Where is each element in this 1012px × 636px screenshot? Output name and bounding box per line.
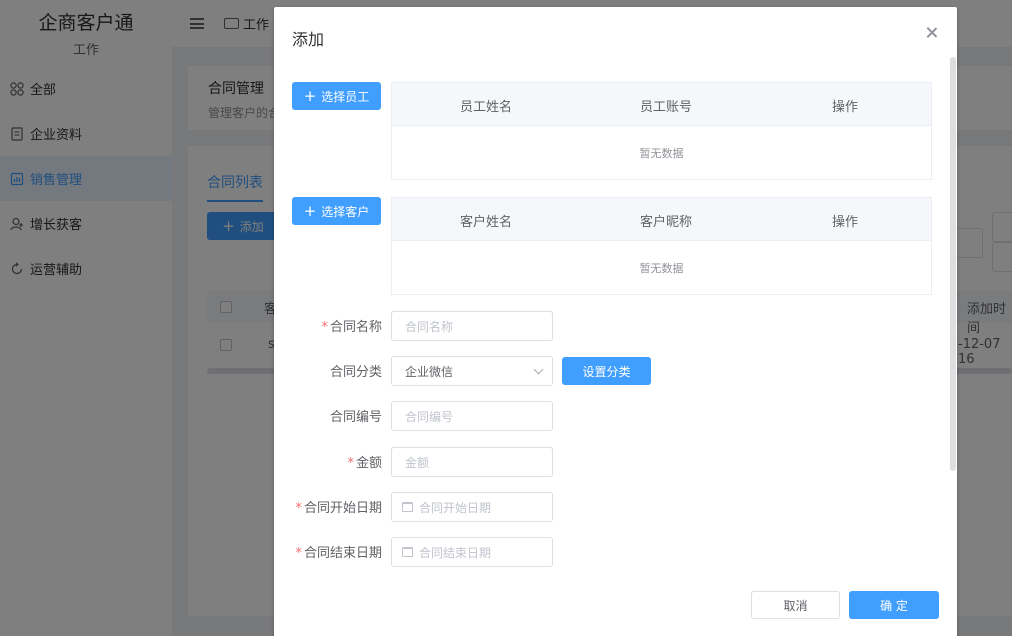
amount-placeholder: 金额 (405, 455, 430, 470)
column-header-customer-nickname: 客户昵称 (640, 215, 693, 230)
required-mark: * (295, 546, 302, 561)
customer-table-header: 客户姓名 客户昵称 操作 (392, 198, 931, 241)
confirm-button[interactable]: 确 定 (849, 591, 939, 619)
contract-name-label-text: 合同名称 (329, 320, 382, 335)
amount-label: * 金额 (274, 452, 382, 471)
start-date-picker[interactable]: 合同开始日期 (391, 492, 553, 522)
required-mark: * (321, 320, 328, 335)
employee-table: 员工姓名 员工账号 操作 暂无数据 (391, 82, 932, 180)
calendar-icon (402, 502, 413, 512)
cancel-button[interactable]: 取消 (751, 591, 840, 619)
plus-icon: + (303, 86, 317, 105)
contract-category-label: 合同分类 (329, 365, 382, 380)
customer-table: 客户姓名 客户昵称 操作 暂无数据 (391, 197, 932, 295)
start-date-label: * 合同开始日期 (274, 497, 382, 516)
end-date-label-text: 合同结束日期 (303, 546, 382, 561)
amount-input[interactable]: 金额 (391, 447, 553, 477)
end-date-label: * 合同结束日期 (274, 542, 382, 561)
column-header-customer-action: 操作 (832, 215, 859, 230)
start-date-label-text: 合同开始日期 (303, 501, 382, 516)
close-icon[interactable] (925, 26, 939, 40)
start-date-placeholder: 合同开始日期 (419, 500, 492, 515)
select-customer-label: 选择客户 (321, 204, 370, 219)
contract-number-input[interactable]: 合同编号 (391, 401, 553, 431)
contract-name-placeholder: 合同名称 (405, 319, 454, 334)
employee-table-empty: 暂无数据 (639, 146, 684, 160)
set-category-button[interactable]: 设置分类 (562, 357, 651, 385)
contract-number-label: 合同编号 (329, 410, 382, 425)
contract-name-label: * 合同名称 (274, 316, 382, 335)
required-mark: * (295, 501, 302, 516)
dialog-scrollbar[interactable] (950, 57, 956, 471)
customer-table-empty: 暂无数据 (639, 261, 684, 275)
plus-icon: + (303, 201, 317, 220)
contract-number-placeholder: 合同编号 (405, 409, 454, 424)
select-employee-label: 选择员工 (321, 89, 370, 104)
required-mark: * (347, 456, 354, 471)
dialog-title: 添加 (292, 30, 325, 49)
column-header-customer-name: 客户姓名 (460, 215, 513, 230)
contract-category-select[interactable]: 企业微信 (391, 356, 553, 386)
employee-table-header: 员工姓名 员工账号 操作 (392, 83, 931, 126)
column-header-employee-name: 员工姓名 (460, 100, 513, 115)
contract-name-input[interactable]: 合同名称 (391, 311, 553, 341)
chevron-down-icon (533, 364, 544, 374)
column-header-employee-account: 员工账号 (640, 100, 693, 115)
add-contract-dialog: 添加 + 选择员工 员工姓名 员工账号 操作 暂无数据 + 选择客户 客户姓名 … (274, 7, 957, 636)
amount-label-text: 金额 (355, 456, 382, 471)
end-date-picker[interactable]: 合同结束日期 (391, 537, 553, 567)
select-customer-button[interactable]: + 选择客户 (292, 197, 381, 225)
calendar-icon (402, 547, 413, 557)
end-date-placeholder: 合同结束日期 (419, 545, 492, 560)
select-employee-button[interactable]: + 选择员工 (292, 82, 381, 110)
contract-category-value: 企业微信 (405, 364, 454, 379)
column-header-employee-action: 操作 (832, 100, 859, 115)
